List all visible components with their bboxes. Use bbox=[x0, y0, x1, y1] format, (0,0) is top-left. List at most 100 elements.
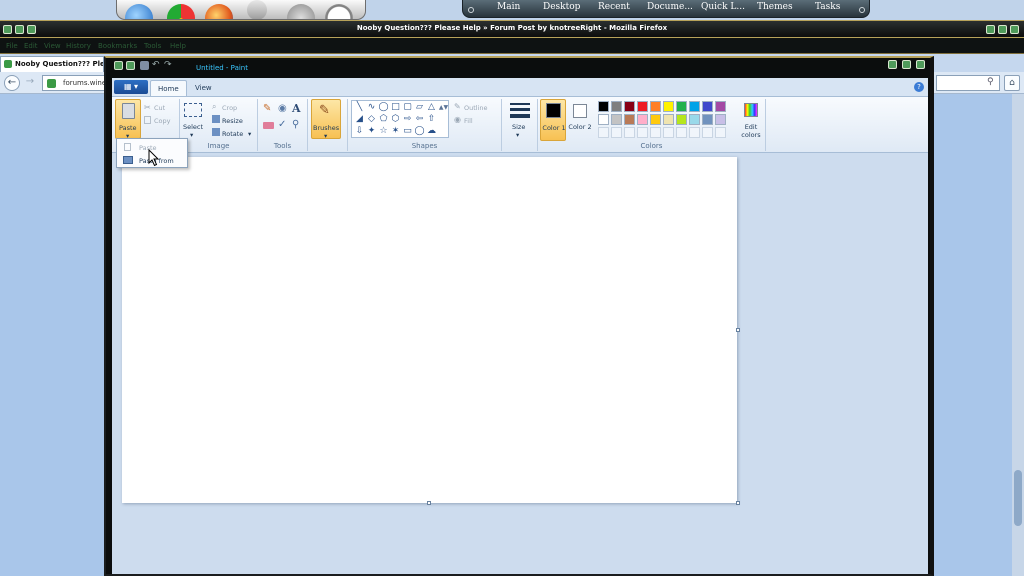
palette-swatch[interactable] bbox=[598, 101, 609, 112]
magnifier-icon[interactable]: ⚲ bbox=[292, 119, 299, 130]
rotate-button[interactable]: Rotate bbox=[222, 130, 243, 138]
palette-swatch[interactable] bbox=[637, 114, 648, 125]
rounded-rectangle-shape-icon[interactable]: ▢ bbox=[402, 102, 413, 113]
color-picker-icon[interactable]: ✓ bbox=[278, 119, 286, 130]
menu-help[interactable]: Help bbox=[170, 42, 186, 50]
left-arrow-shape-icon[interactable]: ⇦ bbox=[414, 114, 425, 125]
right-triangle-shape-icon[interactable]: ◢ bbox=[354, 114, 365, 125]
menu-history[interactable]: History bbox=[66, 42, 91, 50]
palette-empty-swatch[interactable] bbox=[624, 127, 635, 138]
fill-button[interactable]: Fill bbox=[464, 117, 473, 125]
six-point-star-shape-icon[interactable]: ✶ bbox=[390, 126, 401, 137]
rectangle-shape-icon[interactable]: □ bbox=[390, 102, 401, 113]
four-point-star-shape-icon[interactable]: ✦ bbox=[366, 126, 377, 137]
forward-button[interactable]: → bbox=[22, 75, 38, 91]
palette-empty-swatch[interactable] bbox=[663, 127, 674, 138]
up-arrow-shape-icon[interactable]: ⇧ bbox=[426, 114, 437, 125]
firefox-icon[interactable] bbox=[205, 4, 233, 19]
size-button[interactable]: Size bbox=[512, 123, 525, 131]
minimize-icon[interactable] bbox=[986, 25, 995, 34]
palette-swatch[interactable] bbox=[611, 101, 622, 112]
clock-icon[interactable] bbox=[325, 4, 353, 19]
redo-icon[interactable]: ↷ bbox=[164, 61, 173, 70]
palette-empty-swatch[interactable] bbox=[676, 127, 687, 138]
edit-colors-button[interactable]: Edit colors bbox=[738, 99, 764, 141]
canvas-resize-handle-bottom[interactable] bbox=[427, 501, 431, 505]
maximize-icon[interactable] bbox=[998, 25, 1007, 34]
palette-swatch[interactable] bbox=[650, 101, 661, 112]
select-button[interactable]: Select bbox=[183, 123, 203, 131]
scrollbar-thumb[interactable] bbox=[1014, 470, 1022, 526]
palette-empty-swatch[interactable] bbox=[689, 127, 700, 138]
oval-callout-shape-icon[interactable]: ◯ bbox=[414, 126, 425, 137]
paste-button[interactable]: Paste ▾ bbox=[115, 99, 141, 140]
right-arrow-shape-icon[interactable]: ⇨ bbox=[402, 114, 413, 125]
palette-swatch[interactable] bbox=[624, 101, 635, 112]
down-arrow-shape-icon[interactable]: ⇩ bbox=[354, 126, 365, 137]
palette-swatch[interactable] bbox=[702, 101, 713, 112]
palette-swatch[interactable] bbox=[624, 114, 635, 125]
canvas-resize-handle-right[interactable] bbox=[736, 328, 740, 332]
dock-menu-themes[interactable]: Themes bbox=[757, 2, 793, 12]
palette-swatch[interactable] bbox=[676, 101, 687, 112]
paint-minimize-icon[interactable] bbox=[888, 60, 897, 69]
menu-view[interactable]: View bbox=[44, 42, 61, 50]
recycle-bin-icon[interactable] bbox=[247, 0, 267, 19]
dock-menu-main[interactable]: Main bbox=[497, 2, 520, 12]
menu-edit[interactable]: Edit bbox=[24, 42, 38, 50]
dock-menu-recent[interactable]: Recent bbox=[598, 2, 630, 12]
text-icon[interactable]: A bbox=[292, 102, 301, 115]
brushes-button[interactable]: ✎ Brushes ▾ bbox=[311, 99, 341, 140]
palette-swatch[interactable] bbox=[689, 114, 700, 125]
fill-bucket-icon[interactable]: ◉ bbox=[278, 103, 287, 114]
polygon-shape-icon[interactable]: ▱ bbox=[414, 102, 425, 113]
menu-bookmarks[interactable]: Bookmarks bbox=[98, 42, 137, 50]
palette-empty-swatch[interactable] bbox=[611, 127, 622, 138]
shapes-scroll-icon[interactable]: ▲▼ bbox=[438, 102, 449, 113]
triangle-shape-icon[interactable]: △ bbox=[426, 102, 437, 113]
crop-button[interactable]: Crop bbox=[222, 104, 237, 112]
window-pin-icon[interactable] bbox=[126, 61, 135, 70]
palette-swatch[interactable] bbox=[663, 101, 674, 112]
curve-shape-icon[interactable]: ∿ bbox=[366, 102, 377, 113]
palette-swatch[interactable] bbox=[715, 101, 726, 112]
copy-button[interactable]: Copy bbox=[154, 117, 171, 125]
home-button[interactable]: ⌂ bbox=[1004, 75, 1020, 91]
tab-view[interactable]: View bbox=[188, 80, 219, 96]
palette-swatch[interactable] bbox=[637, 101, 648, 112]
url-bar[interactable]: forums.wine bbox=[42, 75, 106, 91]
save-icon[interactable] bbox=[140, 61, 149, 70]
canvas-resize-handle-corner[interactable] bbox=[736, 501, 740, 505]
line-shape-icon[interactable]: ╲ bbox=[354, 102, 365, 113]
palette-empty-swatch[interactable] bbox=[598, 127, 609, 138]
cut-button[interactable]: Cut bbox=[154, 104, 165, 112]
paint-maximize-icon[interactable] bbox=[902, 60, 911, 69]
close-icon[interactable] bbox=[1010, 25, 1019, 34]
palette-swatch[interactable] bbox=[702, 114, 713, 125]
resize-button[interactable]: Resize bbox=[222, 117, 243, 125]
dock-menu-quick-launch[interactable]: Quick L... bbox=[701, 2, 745, 12]
dock-menu-documents[interactable]: Docume... bbox=[647, 2, 693, 12]
palette-swatch[interactable] bbox=[650, 114, 661, 125]
window-menu-icon[interactable] bbox=[114, 61, 123, 70]
palette-empty-swatch[interactable] bbox=[715, 127, 726, 138]
paint-menu-button[interactable]: ▦ ▾ bbox=[114, 80, 148, 94]
menu-tools[interactable]: Tools bbox=[144, 42, 161, 50]
help-icon[interactable]: ? bbox=[914, 82, 924, 92]
undo-icon[interactable]: ↶ bbox=[152, 61, 161, 70]
internet-explorer-icon[interactable] bbox=[125, 4, 153, 19]
pencil-icon[interactable]: ✎ bbox=[263, 103, 271, 114]
palette-swatch[interactable] bbox=[611, 114, 622, 125]
color1-button[interactable]: Color 1 bbox=[540, 99, 566, 141]
oval-shape-icon[interactable]: ◯ bbox=[378, 102, 389, 113]
paint-close-icon[interactable] bbox=[916, 60, 925, 69]
palette-swatch[interactable] bbox=[663, 114, 674, 125]
hexagon-shape-icon[interactable]: ⬡ bbox=[390, 114, 401, 125]
palette-swatch[interactable] bbox=[689, 101, 700, 112]
palette-empty-swatch[interactable] bbox=[650, 127, 661, 138]
palette-empty-swatch[interactable] bbox=[702, 127, 713, 138]
palette-swatch[interactable] bbox=[598, 114, 609, 125]
color2-button[interactable]: Color 2 bbox=[568, 99, 594, 141]
palette-swatch[interactable] bbox=[715, 114, 726, 125]
palette-swatch[interactable] bbox=[676, 114, 687, 125]
